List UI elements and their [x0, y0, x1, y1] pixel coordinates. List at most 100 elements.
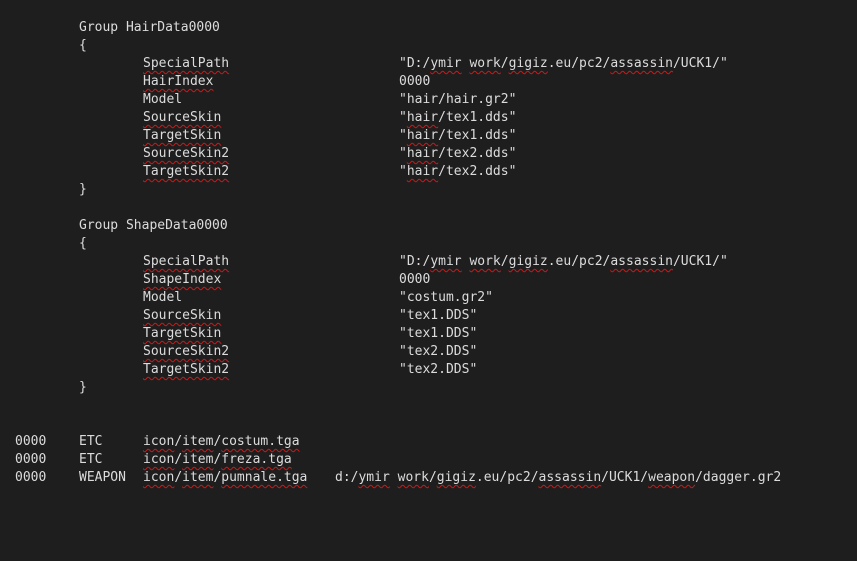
- value-token: hair: [406, 128, 439, 143]
- value-token: 0000: [399, 74, 431, 89]
- path-token: .eu/pc2/: [475, 470, 539, 485]
- item-icon-path: icon/item/pumnale.tga: [143, 469, 307, 487]
- property-key: HairIndex: [143, 74, 214, 89]
- property-value: "costum.gr2": [399, 289, 493, 307]
- item-type: ETC: [79, 434, 103, 449]
- value-token: "hair/hair.gr2": [399, 92, 517, 107]
- value-token: 0000: [399, 272, 431, 287]
- hair-group-header: Group HairData0000: [79, 20, 220, 35]
- value-token: ": [399, 110, 407, 125]
- property-value: 0000: [399, 271, 430, 289]
- shape-group-open-brace: {: [79, 236, 87, 251]
- value-token: /UCK1/": [672, 56, 728, 71]
- property-value: "tex2.DDS": [399, 361, 477, 379]
- item-index: 0000: [15, 470, 47, 485]
- path-token: /UCK1/: [601, 470, 649, 485]
- value-token: "tex2.DDS": [399, 362, 478, 377]
- value-token: /tex2.dds": [438, 146, 517, 161]
- path-token: /dagger.gr2: [695, 470, 782, 485]
- property-key: ShapeIndex: [143, 272, 222, 287]
- property-value: "hair/hair.gr2": [399, 91, 516, 109]
- value-token: "tex2.DDS": [399, 344, 478, 359]
- value-token: hair: [406, 110, 439, 125]
- property-value: "tex1.DDS": [399, 325, 477, 343]
- path-token: work: [397, 470, 429, 485]
- path-token: freza.tga: [221, 452, 292, 467]
- property-key: Model: [143, 92, 183, 107]
- property-value: "tex2.DDS": [399, 343, 477, 361]
- path-token: weapon: [648, 470, 696, 485]
- path-token: costum.tga: [221, 434, 300, 449]
- path-token: gigiz: [436, 470, 476, 485]
- path-token: pumnale.tga: [221, 470, 308, 485]
- value-token: "tex1.DDS": [399, 326, 478, 341]
- value-token: work: [469, 254, 501, 269]
- text-editor[interactable]: Group HairData0000 { SpecialPath "D:/ymir…: [0, 0, 857, 561]
- property-key: TargetSkin2: [143, 362, 230, 377]
- property-key: TargetSkin: [143, 128, 222, 143]
- path-token: /: [174, 452, 183, 467]
- value-token: hair: [406, 164, 439, 179]
- item-model-path: d:/ymir work/gigiz.eu/pc2/assassin/UCK1/…: [335, 469, 781, 487]
- property-key: SourceSkin2: [143, 344, 230, 359]
- path-token: /: [174, 470, 183, 485]
- value-token: /UCK1/": [672, 254, 728, 269]
- property-key: SpecialPath: [143, 254, 230, 269]
- value-token: assassin: [610, 254, 673, 269]
- property-value: "hair/tex2.dds": [399, 163, 516, 181]
- property-key: TargetSkin2: [143, 164, 230, 179]
- path-token: [390, 470, 398, 485]
- path-token: item: [182, 452, 214, 467]
- value-token: "D:/: [399, 56, 431, 71]
- value-token: hair: [406, 146, 439, 161]
- item-type: ETC: [79, 452, 103, 467]
- path-token: item: [182, 434, 214, 449]
- value-token: work: [469, 56, 501, 71]
- value-token: ": [399, 164, 407, 179]
- value-token: /tex1.dds": [438, 110, 517, 125]
- value-token: assassin: [610, 56, 673, 71]
- property-value: "hair/tex1.dds": [399, 109, 516, 127]
- property-key: SourceSkin: [143, 308, 222, 323]
- value-token: gigiz: [508, 254, 548, 269]
- property-value: "hair/tex1.dds": [399, 127, 516, 145]
- item-icon-path: icon/item/freza.tga: [143, 451, 292, 469]
- shape-group-close-brace: }: [79, 380, 87, 395]
- path-token: assassin: [538, 470, 602, 485]
- hair-group-open-brace: {: [79, 38, 87, 53]
- value-token: .eu/pc2/: [547, 254, 611, 269]
- hair-group-close-brace: }: [79, 182, 87, 197]
- path-token: /: [174, 434, 183, 449]
- property-value: "hair/tex2.dds": [399, 145, 516, 163]
- property-key: Model: [143, 290, 183, 305]
- path-token: d:/: [335, 470, 359, 485]
- item-index: 0000: [15, 434, 47, 449]
- value-token: ymir: [430, 254, 462, 269]
- path-token: icon: [143, 470, 175, 485]
- property-value: "tex1.DDS": [399, 307, 477, 325]
- value-token: .eu/pc2/: [547, 56, 611, 71]
- value-token: "tex1.DDS": [399, 308, 478, 323]
- value-token: /: [500, 56, 509, 71]
- property-key: SpecialPath: [143, 56, 230, 71]
- value-token: "costum.gr2": [399, 290, 493, 305]
- value-token: ": [399, 146, 407, 161]
- property-key: SourceSkin2: [143, 146, 230, 161]
- value-token: ": [399, 128, 407, 143]
- property-key: SourceSkin: [143, 110, 222, 125]
- value-token: /tex1.dds": [438, 128, 517, 143]
- value-token: /: [500, 254, 509, 269]
- item-index: 0000: [15, 452, 47, 467]
- path-token: icon: [143, 434, 175, 449]
- value-token: ymir: [430, 56, 462, 71]
- path-token: icon: [143, 452, 175, 467]
- shape-group-header: Group ShapeData0000: [79, 218, 228, 233]
- item-icon-path: icon/item/costum.tga: [143, 433, 300, 451]
- property-value: 0000: [399, 73, 430, 91]
- value-token: "D:/: [399, 254, 431, 269]
- value-token: gigiz: [508, 56, 548, 71]
- property-value: "D:/ymir work/gigiz.eu/pc2/assassin/UCK1…: [399, 253, 728, 271]
- property-value: "D:/ymir work/gigiz.eu/pc2/assassin/UCK1…: [399, 55, 728, 73]
- path-token: /: [428, 470, 437, 485]
- path-token: ymir: [358, 470, 390, 485]
